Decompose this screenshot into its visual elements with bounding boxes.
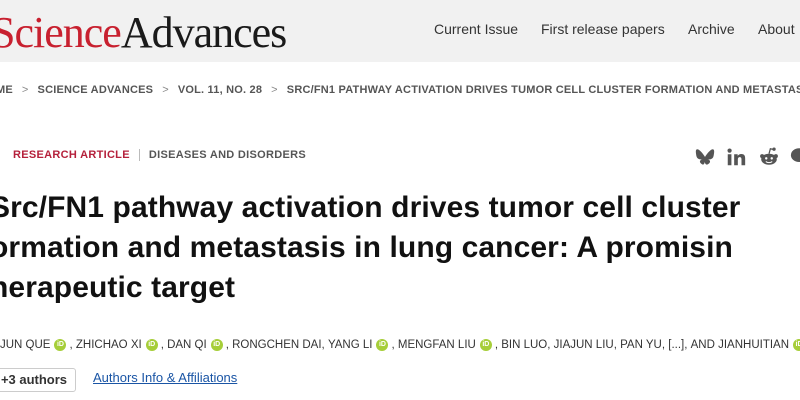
logo-advances: Advances bbox=[120, 8, 287, 57]
breadcrumb-article: SRC/FN1 PATHWAY ACTIVATION DRIVES TUMOR … bbox=[286, 84, 800, 97]
orcid-icon[interactable] bbox=[793, 339, 800, 351]
authors-ellipsis[interactable]: [...] bbox=[668, 339, 684, 351]
author-name[interactable]: PAN YU bbox=[620, 339, 662, 351]
article-topic[interactable]: DISEASES AND DISORDERS bbox=[149, 149, 306, 161]
title-line: Src/FN1 pathway activation drives tumor … bbox=[0, 191, 741, 224]
breadcrumb-home[interactable]: ME bbox=[0, 84, 13, 96]
author-name[interactable]: DAN QI bbox=[167, 339, 207, 351]
breadcrumb-issue[interactable]: VOL. 11, NO. 28 bbox=[178, 84, 262, 96]
chevron-right-icon: > bbox=[162, 84, 169, 97]
wechat-icon[interactable] bbox=[790, 146, 800, 168]
orcid-icon[interactable] bbox=[145, 339, 158, 351]
author-name[interactable]: MENGFAN LIU bbox=[398, 339, 476, 351]
nav-archive[interactable]: Archive bbox=[688, 21, 735, 37]
nav-first-release-papers[interactable]: First release papers bbox=[541, 21, 665, 37]
orcid-icon[interactable] bbox=[210, 339, 223, 351]
author-name[interactable]: AND JIANHUITIAN bbox=[691, 339, 789, 351]
title-line: herapeutic target bbox=[0, 271, 236, 304]
linkedin-icon[interactable] bbox=[725, 146, 747, 168]
site-header: ScienceAdvances Current Issue First rele… bbox=[0, 0, 800, 62]
author-name[interactable]: RONGCHEN DAI bbox=[232, 339, 321, 351]
orcid-icon[interactable] bbox=[54, 339, 67, 351]
chevron-right-icon: > bbox=[21, 84, 29, 97]
author-name[interactable]: JIAJUN LIU bbox=[554, 339, 614, 351]
authors-info-affiliations-link[interactable]: Authors Info & Affiliations bbox=[93, 370, 237, 385]
author-name[interactable]: BIN LUO bbox=[501, 339, 547, 351]
divider bbox=[138, 149, 140, 162]
logo-science: Science bbox=[0, 8, 122, 57]
orcid-icon[interactable] bbox=[376, 339, 389, 351]
more-authors-button[interactable]: +3 authors bbox=[0, 368, 76, 392]
chevron-right-icon: > bbox=[271, 84, 278, 97]
science-advances-logo[interactable]: ScienceAdvances bbox=[0, 5, 287, 61]
article-type: RESEARCH ARTICLE bbox=[13, 149, 130, 162]
author-list: JUN QUE, ZHICHAO XI, DAN QI, RONGCHEN DA… bbox=[0, 339, 800, 351]
nav-current-issue[interactable]: Current Issue bbox=[434, 21, 518, 37]
orcid-icon[interactable] bbox=[479, 339, 492, 351]
title-line: ormation and metastasis in lung cancer: … bbox=[0, 231, 733, 264]
author-name[interactable]: JUN QUE bbox=[0, 339, 50, 351]
author-name[interactable]: YANG LI bbox=[328, 339, 373, 351]
breadcrumb-journal[interactable]: SCIENCE ADVANCES bbox=[38, 84, 154, 96]
article-meta: RESEARCH ARTICLE DISEASES AND DISORDERS bbox=[0, 149, 306, 162]
reddit-icon[interactable] bbox=[758, 146, 780, 168]
article-title: Src/FN1 pathway activation drives tumor … bbox=[0, 188, 800, 308]
author-name[interactable]: ZHICHAO XI bbox=[76, 339, 142, 351]
nav-about[interactable]: About bbox=[758, 21, 795, 37]
breadcrumb: ME > SCIENCE ADVANCES > VOL. 11, NO. 28 > SRC/… bbox=[0, 84, 800, 98]
bluesky-icon[interactable] bbox=[694, 146, 716, 168]
